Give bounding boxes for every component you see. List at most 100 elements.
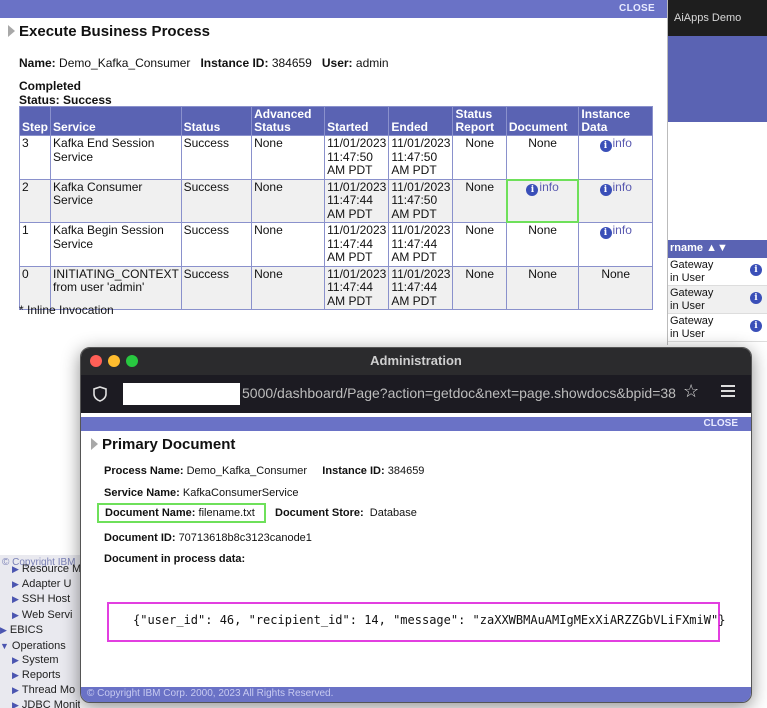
nav-item-label: Resource M (21, 563, 80, 575)
document-info-link[interactable]: i info (526, 180, 559, 196)
primary-document-content: Primary Document Process Name: Demo_Kafk… (81, 431, 751, 681)
url-text[interactable]: 5000/dashboard/Page?action=getdoc&next=p… (242, 385, 680, 401)
info-link-label: info (612, 179, 632, 194)
nav-item-label: Operations (11, 640, 66, 652)
process-meta: Name: Demo_Kafka_Consumer Instance ID: 3… (19, 56, 389, 70)
nav-item-system[interactable]: ▶ System (12, 654, 59, 666)
instance-label: Instance ID: (200, 56, 269, 70)
nav-item-label: JDBC Monitor (21, 699, 80, 708)
table-row: 3 Kafka End Session Service Success None… (18, 135, 653, 180)
started-cell: 11/01/2023 11:47:44 AM PDT (324, 265, 390, 310)
window-maximize-button[interactable] (126, 355, 138, 367)
column-header: Document (505, 106, 580, 136)
redacted-url-host (123, 383, 240, 405)
nav-item-thread-monitor[interactable]: ▶ Thread Mo (12, 684, 75, 696)
nav-item-web-services[interactable]: ▶ Web Servi (12, 609, 72, 621)
document-id-value: 70713618b8c3123canode1 (178, 532, 312, 544)
process-info-line: Process Name: Demo_Kafka_Consumer Instan… (104, 465, 424, 477)
background-user-column-header[interactable]: rname ▲▼ (668, 240, 767, 258)
nav-item-jdbc-monitor[interactable]: ▶JDBC Monitor (12, 699, 80, 708)
status-report-cell: None (452, 222, 507, 267)
nav-item-ebics[interactable]: ▶ EBICS (0, 624, 43, 636)
nav-item-adapter[interactable]: ▶ Adapter U (12, 578, 71, 590)
nav-item-operations[interactable]: ▼ Operations (0, 640, 66, 652)
nav-item-resource[interactable]: ▶ Resource M (12, 563, 80, 575)
nav-item-label: Web Servi (21, 609, 73, 621)
status-label: Status: Success (19, 93, 112, 107)
instance-value: 384659 (271, 56, 312, 70)
step-cell: 3 (18, 135, 52, 180)
window-close-button[interactable] (90, 355, 102, 367)
window-minimize-button[interactable] (108, 355, 120, 367)
nav-item-ssh-host[interactable]: ▶ SSH Host (12, 593, 70, 605)
status-cell: Success (180, 135, 253, 180)
instance-data-info-link[interactable]: i info (599, 136, 632, 152)
instance-data-cell: None (578, 265, 653, 310)
triangle-right-icon (91, 438, 98, 450)
background-user-row[interactable]: Gateway in User i (668, 314, 767, 342)
nav-item-reports[interactable]: ▶ Reports (12, 669, 60, 681)
column-header: Advanced Status (251, 106, 326, 136)
service-name-line: Service Name: KafkaConsumerService (104, 487, 298, 499)
background-app-banner (668, 36, 767, 122)
info-link-label: info (612, 223, 632, 237)
info-icon[interactable]: i (750, 292, 762, 304)
document-id-label: Document ID: (104, 532, 176, 544)
instance-data-info-link[interactable]: i info (599, 223, 632, 239)
status-report-cell: None (452, 135, 507, 180)
name-label: Name: (19, 56, 56, 70)
nav-item-label: System (21, 654, 59, 666)
nav-arrow-icon: ▶ (12, 655, 19, 665)
started-cell: 11/01/2023 11:47:44 AM PDT (324, 178, 390, 223)
admin-close-button[interactable]: CLOSE (704, 418, 738, 429)
document-cell: None (505, 265, 580, 310)
table-header-row: Step Service Status Advanced Status Star… (18, 106, 653, 136)
execute-business-process-panel: CLOSE Execute Business Process Name: Dem… (0, 0, 668, 345)
nav-arrow-icon: ▶ (12, 564, 19, 574)
primary-document-title: Primary Document (91, 436, 235, 453)
nav-item-label: SSH Host (21, 593, 71, 605)
table-row: 0 INITIATING_CONTEXT from user 'admin' S… (18, 265, 653, 310)
process-name-value: Demo_Kafka_Consumer (186, 465, 308, 477)
document-name-highlight: Document Name: filename.txt (97, 503, 266, 523)
info-icon: i (599, 183, 612, 196)
process-data-label-text: Document in process data: (104, 553, 246, 565)
steps-table: Step Service Status Advanced Status Star… (18, 106, 653, 310)
service-cell: Kafka End Session Service (50, 135, 182, 180)
background-app-area (668, 122, 767, 240)
name-value: Demo_Kafka_Consumer (59, 56, 191, 70)
hamburger-menu-icon[interactable] (721, 385, 735, 400)
document-store-value: Database (369, 507, 417, 519)
shield-icon[interactable] (93, 386, 107, 402)
document-id-line: Document ID: 70713618b8c3123canode1 (104, 532, 312, 544)
nav-arrow-icon: ▶ (12, 579, 19, 589)
admin-copyright-footer: © Copyright IBM Corp. 2000, 2023 All Rig… (81, 687, 751, 702)
exec-close-button[interactable]: CLOSE (619, 3, 655, 14)
info-icon: i (599, 227, 612, 239)
background-user-row[interactable]: Gateway in User i (668, 286, 767, 314)
admin-close-bar: CLOSE (81, 417, 751, 431)
user-value: admin (355, 56, 389, 70)
instance-data-cell: i info (578, 178, 653, 223)
nav-arrow-icon: ▶ (12, 670, 19, 680)
process-data-json: {"user_id": 46, "recipient_id": 14, "mes… (107, 602, 725, 642)
step-cell: 2 (18, 178, 52, 223)
nav-arrow-icon: ▶ (12, 685, 19, 695)
step-cell: 1 (18, 222, 52, 267)
bookmark-star-icon[interactable]: ☆ (683, 381, 699, 402)
ended-cell: 11/01/2023 11:47:44 AM PDT (388, 265, 454, 310)
column-header: Ended (388, 106, 454, 136)
status-report-cell: None (452, 178, 507, 223)
instance-data-info-link[interactable]: i info (599, 179, 632, 196)
instance-id-label: Instance ID: (322, 465, 385, 477)
window-titlebar[interactable]: Administration (81, 348, 751, 375)
address-bar[interactable]: 5000/dashboard/Page?action=getdoc&next=p… (81, 375, 751, 413)
table-row: 2 Kafka Consumer Service Success None 11… (18, 178, 653, 223)
nav-arrow-down-icon: ▼ (0, 641, 9, 651)
nav-item-label: EBICS (9, 624, 43, 636)
info-icon[interactable]: i (750, 320, 762, 332)
started-cell: 11/01/2023 11:47:50 AM PDT (324, 135, 390, 180)
document-cell: None (505, 222, 580, 267)
info-icon[interactable]: i (750, 264, 762, 276)
background-user-row[interactable]: Gateway in User i (668, 258, 767, 286)
